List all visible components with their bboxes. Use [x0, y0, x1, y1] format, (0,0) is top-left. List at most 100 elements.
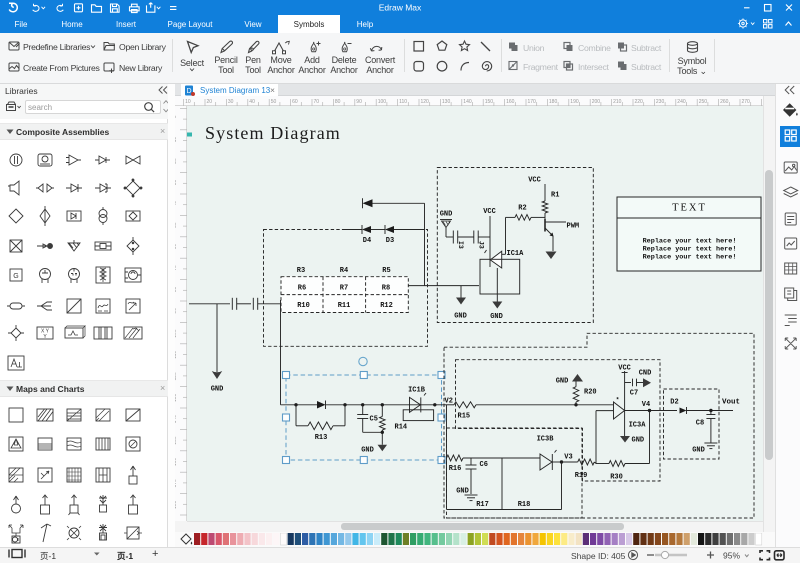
svg-text:GND: GND [692, 447, 705, 455]
svg-text:20: 20 [175, 158, 178, 164]
svg-text:R3: R3 [297, 267, 305, 275]
svg-text:95%: 95% [723, 551, 740, 561]
svg-text:150: 150 [175, 436, 178, 445]
svg-text:120: 120 [175, 372, 178, 381]
svg-text:R15: R15 [458, 413, 471, 421]
svg-text:GND: GND [490, 313, 503, 321]
svg-text:IC1B: IC1B [408, 387, 426, 395]
svg-text:J3: J3 [478, 241, 485, 249]
svg-text:PWM: PWM [567, 223, 580, 231]
svg-text:110: 110 [175, 351, 178, 359]
svg-text:R14: R14 [395, 424, 408, 432]
svg-text:90: 90 [175, 308, 178, 314]
svg-text:C7: C7 [630, 390, 638, 398]
svg-text:30: 30 [175, 179, 178, 185]
svg-text:80: 80 [335, 99, 341, 105]
svg-text:R11: R11 [338, 302, 351, 310]
svg-text:C5: C5 [370, 416, 378, 424]
svg-text:0: 0 [175, 115, 178, 118]
svg-text:70: 70 [314, 99, 320, 105]
svg-text:180: 180 [175, 500, 178, 509]
svg-text:140: 140 [463, 99, 472, 105]
svg-text:230: 230 [656, 99, 665, 105]
svg-text:IC3A: IC3A [629, 422, 647, 430]
svg-text:R4: R4 [340, 267, 348, 275]
svg-text:D: D [186, 88, 191, 95]
svg-text:CND: CND [639, 370, 652, 378]
svg-text:240: 240 [677, 99, 686, 105]
svg-text:Replace your text here!: Replace your text here! [643, 246, 737, 254]
svg-text:GND: GND [440, 211, 453, 219]
svg-text:D4: D4 [363, 237, 371, 245]
svg-text:180: 180 [549, 99, 558, 105]
svg-text:110: 110 [399, 99, 407, 105]
svg-text:R1: R1 [551, 192, 559, 200]
svg-text:GND: GND [361, 447, 374, 455]
svg-text:D2: D2 [670, 399, 678, 407]
svg-text:210: 210 [613, 99, 622, 105]
svg-text:190: 190 [570, 99, 579, 105]
svg-text:C8: C8 [696, 420, 704, 428]
svg-text:R13: R13 [315, 434, 328, 442]
svg-text:TEXT: TEXT [672, 203, 707, 214]
svg-text:V2: V2 [445, 398, 453, 406]
svg-text:R16: R16 [449, 465, 462, 473]
svg-text:R17: R17 [476, 501, 489, 509]
svg-text:40: 40 [249, 99, 255, 105]
svg-text:*: * [616, 397, 620, 404]
svg-text:50: 50 [175, 222, 178, 228]
svg-text:Edraw Max: Edraw Max [379, 3, 422, 13]
svg-text:170: 170 [528, 99, 537, 105]
svg-text:IC3B: IC3B [537, 436, 555, 444]
svg-text:IC1A: IC1A [507, 250, 525, 258]
svg-text:Replace your text here!: Replace your text here! [643, 254, 737, 262]
svg-text:160: 160 [175, 458, 178, 467]
svg-text:40: 40 [175, 201, 178, 207]
svg-text:C6: C6 [480, 461, 488, 469]
svg-text:R8: R8 [382, 285, 390, 293]
svg-text:150: 150 [485, 99, 494, 105]
svg-text:30: 30 [228, 99, 234, 105]
svg-text:Replace your text here!: Replace your text here! [643, 238, 737, 246]
svg-text:200: 200 [592, 99, 601, 105]
svg-text:120: 120 [421, 99, 430, 105]
svg-text:260: 260 [720, 99, 729, 105]
svg-text:R18: R18 [518, 501, 531, 509]
svg-text:250: 250 [699, 99, 708, 105]
svg-text:R2: R2 [518, 205, 526, 213]
svg-text:D3: D3 [386, 237, 394, 245]
svg-text:G: G [13, 273, 18, 280]
svg-text:R20: R20 [584, 389, 597, 397]
svg-text:GND: GND [211, 386, 224, 394]
svg-text:GND: GND [556, 378, 569, 386]
svg-text:GND: GND [454, 313, 467, 321]
svg-text:V3: V3 [564, 454, 572, 462]
svg-text:I3: I3 [457, 241, 464, 249]
svg-text:GND: GND [632, 437, 645, 445]
svg-text:220: 220 [635, 99, 644, 105]
svg-text:270: 270 [742, 99, 751, 105]
svg-text:60: 60 [292, 99, 298, 105]
svg-text:R12: R12 [380, 302, 393, 310]
svg-text:R7: R7 [340, 285, 348, 293]
svg-text:100: 100 [175, 329, 178, 338]
svg-text:Vout: Vout [722, 399, 740, 407]
svg-text:R6: R6 [298, 285, 306, 293]
svg-text:R10: R10 [297, 302, 310, 310]
svg-text:10: 10 [175, 137, 178, 143]
svg-text:R30: R30 [610, 474, 623, 482]
svg-text:80: 80 [175, 286, 178, 292]
svg-text:70: 70 [175, 265, 178, 271]
svg-text:100: 100 [378, 99, 387, 105]
svg-text:140: 140 [175, 415, 178, 424]
svg-text:160: 160 [506, 99, 515, 105]
svg-text:R5: R5 [382, 267, 390, 275]
svg-text:System Diagram: System Diagram [205, 123, 341, 143]
svg-text:170: 170 [175, 479, 178, 488]
svg-text:GND: GND [456, 488, 469, 496]
svg-text:20: 20 [207, 99, 213, 105]
svg-text:90: 90 [356, 99, 362, 105]
svg-text:10: 10 [185, 99, 191, 105]
svg-text:60: 60 [175, 244, 178, 250]
svg-text:R19: R19 [575, 472, 588, 480]
